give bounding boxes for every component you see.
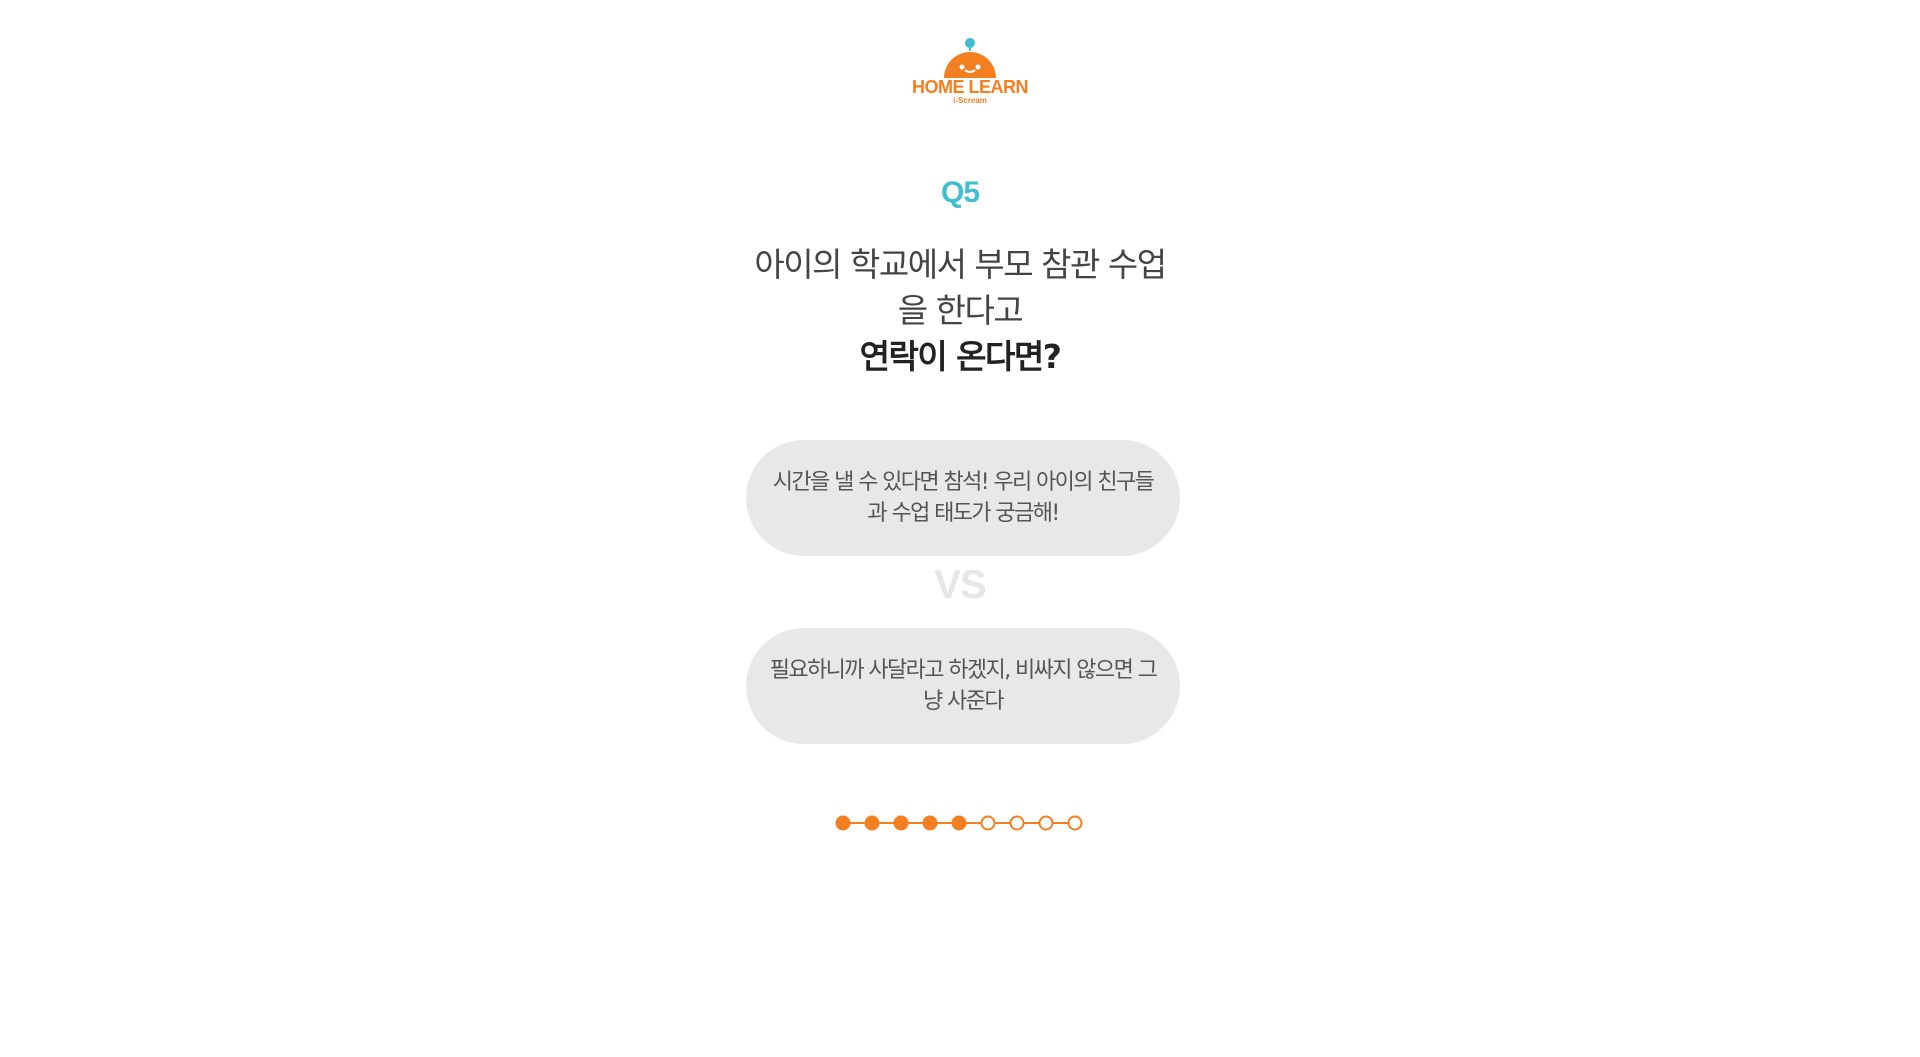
answer-option-b-label: 필요하니까 사달라고 하겠지, 비싸지 않으면 그냥 사준다 <box>769 658 1158 714</box>
progress-dot-filled <box>835 815 851 831</box>
question-line-2: 을 한다고 <box>897 291 1024 330</box>
progress-dot-empty <box>1038 815 1054 831</box>
progress-dot-filled <box>951 815 967 831</box>
logo-title: HOME LEARN <box>912 77 1029 97</box>
progress-dot-empty <box>1009 815 1025 831</box>
progress-dot-filled <box>922 815 938 831</box>
quiz-page: HOME LEARN i-Scream Q5 아이의 학교에서 부모 참관 수업… <box>0 0 1920 1057</box>
home-learn-logo: HOME LEARN i-Scream <box>905 38 1035 112</box>
answer-option-a-button[interactable]: 시간을 낼 수 있다면 참석! 우리 아이의 친구들과 수업 태도가 궁금해! <box>746 440 1180 556</box>
logo-subtitle: i-Scream <box>953 96 987 105</box>
progress-dot-empty <box>1067 815 1083 831</box>
progress-dot-filled <box>893 815 909 831</box>
answer-option-a-label: 시간을 낼 수 있다면 참석! 우리 아이의 친구들과 수업 태도가 궁금해! <box>772 470 1155 526</box>
question-line-1: 아이의 학교에서 부모 참관 수업 <box>754 245 1167 284</box>
question-number: Q5 <box>940 176 980 209</box>
progress-dot-filled <box>864 815 880 831</box>
progress-indicator <box>835 815 1083 831</box>
vs-label: VS <box>934 563 986 607</box>
answer-option-b-button[interactable]: 필요하니까 사달라고 하겠지, 비싸지 않으면 그냥 사준다 <box>746 628 1180 744</box>
question-text: 아이의 학교에서 부모 참관 수업 을 한다고 연락이 온다면? <box>0 242 1920 380</box>
progress-dot-empty <box>980 815 996 831</box>
question-line-3: 연락이 온다면? <box>859 337 1062 376</box>
robot-logo-icon <box>944 38 996 78</box>
